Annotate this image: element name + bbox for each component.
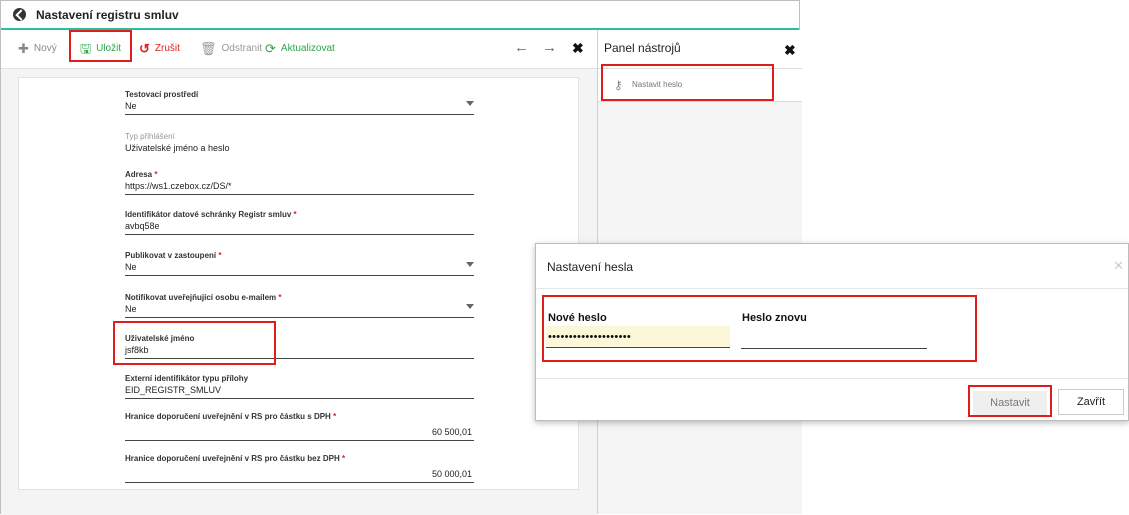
highlight-save-button — [69, 30, 132, 62]
delete-button[interactable]: 🗑 Odstranit — [200, 42, 262, 55]
limit-vat-label: Hranice doporučení uveřejnění v RS pro č… — [125, 412, 337, 421]
notify-email-label: Notifikovat uveřejňující osobu e-mailem … — [125, 293, 282, 302]
refresh-icon: ⟳ — [265, 41, 276, 56]
test-env-select[interactable]: Testovací prostředí Ne — [125, 90, 474, 115]
databox-id-label: Identifikátor datové schránky Registr sm… — [125, 210, 297, 219]
dialog-title: Nastavení hesla — [547, 260, 634, 274]
address-label: Adresa * — [125, 170, 158, 179]
highlight-set-password-tool — [601, 64, 774, 101]
ext-attach-id-label: Externí identifikátor typu přílohy — [125, 374, 249, 383]
login-type-value: Uživatelské jméno a heslo — [125, 143, 230, 153]
refresh-button-label: Aktualizovat — [280, 43, 335, 54]
app-logo-icon — [13, 8, 26, 21]
limit-novat-label: Hranice doporučení uveřejnění v RS pro č… — [125, 454, 346, 463]
panel-title: Panel nástrojů — [604, 41, 681, 55]
plus-icon: ✚ — [18, 41, 29, 56]
notify-email-select[interactable]: Notifikovat uveřejňující osobu e-mailem … — [125, 293, 474, 318]
title-bar: Nastavení registru smluv — [1, 1, 799, 30]
close-button[interactable]: Zavřít — [1058, 389, 1124, 415]
cancel-button-label: Zrušit — [154, 43, 180, 54]
ext-attach-id-value: EID_REGISTR_SMLUV — [125, 385, 222, 395]
dialog-header: Nastavení hesla ✕ — [536, 244, 1128, 289]
databox-id-field[interactable]: Identifikátor datové schránky Registr sm… — [125, 210, 474, 235]
window-title: Nastavení registru smluv — [36, 8, 179, 22]
databox-id-value: avbq58e — [125, 221, 160, 231]
chevron-down-icon[interactable] — [466, 262, 474, 267]
test-env-label: Testovací prostředí — [125, 90, 199, 99]
undo-icon: ↺ — [139, 41, 150, 56]
address-field[interactable]: Adresa * https://ws1.czebox.cz/DS/* — [125, 170, 474, 195]
limit-vat-value: 60 500,01 — [431, 427, 472, 437]
notify-email-value: Ne — [125, 304, 137, 314]
highlight-password-fields — [542, 295, 977, 362]
arrow-right-icon[interactable]: → — [542, 39, 557, 56]
chevron-down-icon[interactable] — [466, 304, 474, 309]
publish-repr-label: Publikovat v zastoupení * — [125, 251, 222, 260]
new-button-label: Nový — [33, 43, 57, 54]
test-env-value: Ne — [125, 101, 137, 111]
limit-novat-field[interactable]: Hranice doporučení uveřejnění v RS pro č… — [125, 454, 474, 483]
close-icon[interactable]: ✕ — [1113, 258, 1124, 274]
delete-button-label: Odstranit — [221, 43, 263, 54]
close-form-icon[interactable]: ✖ — [572, 40, 584, 57]
ext-attach-id-field[interactable]: Externí identifikátor typu přílohy EID_R… — [125, 374, 474, 399]
highlight-username-field — [113, 321, 276, 365]
publish-repr-select[interactable]: Publikovat v zastoupení * Ne — [125, 251, 474, 276]
refresh-button[interactable]: ⟳ Aktualizovat — [265, 42, 335, 55]
address-value: https://ws1.czebox.cz/DS/* — [125, 181, 232, 191]
login-type-label: Typ přihlášení — [125, 132, 175, 141]
publish-repr-value: Ne — [125, 262, 137, 272]
highlight-set-button — [968, 385, 1052, 417]
login-type-field: Typ přihlášení Uživatelské jméno a heslo — [125, 132, 474, 156]
new-button[interactable]: ✚ Nový — [18, 42, 57, 55]
trash-icon: 🗑 — [200, 41, 217, 56]
cancel-button[interactable]: ↺ Zrušit — [139, 42, 180, 55]
arrow-left-icon[interactable]: ← — [514, 39, 529, 56]
limit-novat-value: 50 000,01 — [431, 469, 472, 479]
chevron-down-icon[interactable] — [466, 101, 474, 106]
limit-vat-field[interactable]: Hranice doporučení uveřejnění v RS pro č… — [125, 412, 474, 441]
close-panel-icon[interactable]: ✖ — [784, 42, 796, 59]
